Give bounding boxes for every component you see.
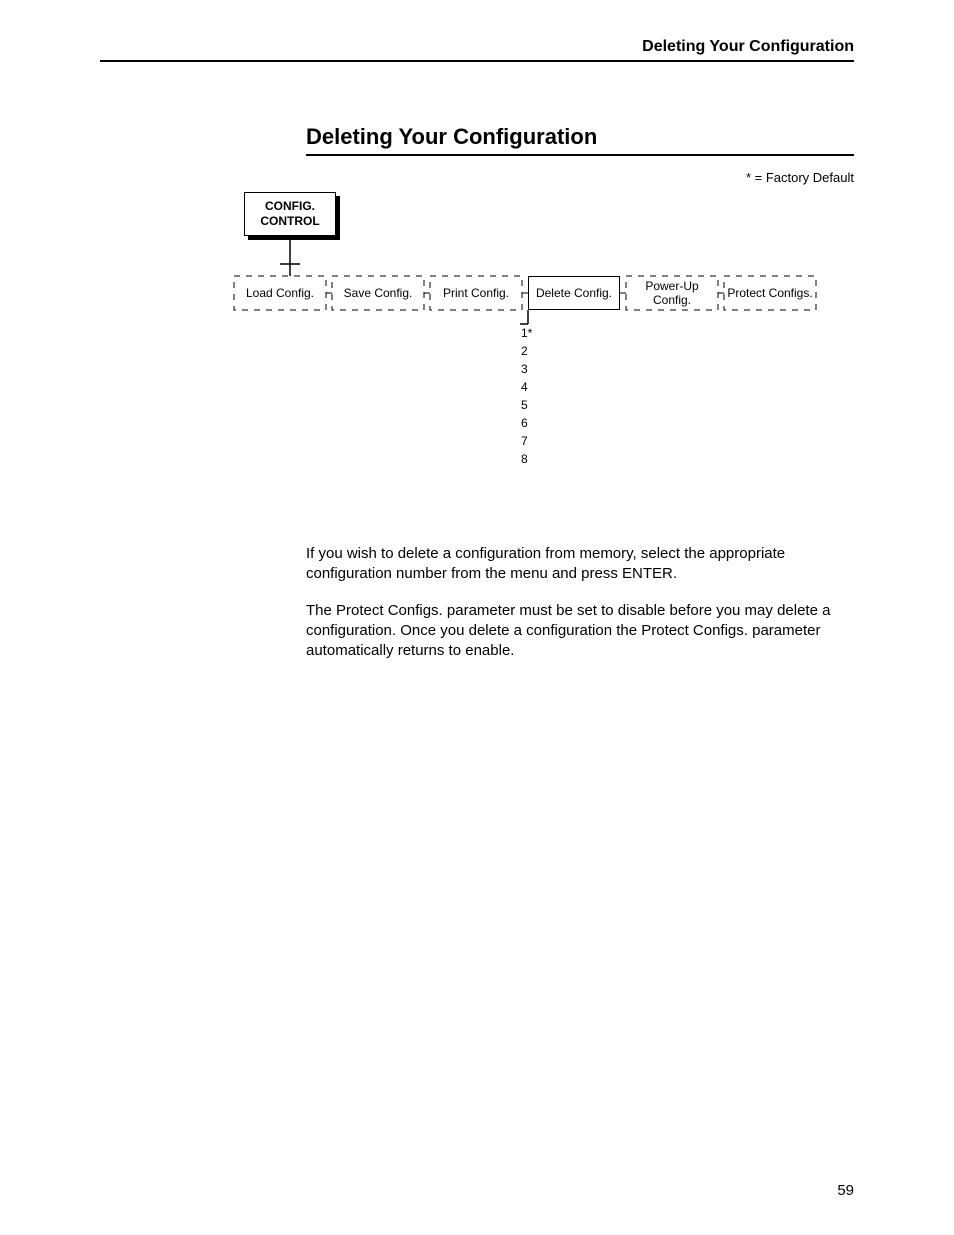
page: Deleting Your Configuration Deleting You… <box>0 0 954 1235</box>
menu-delete-config: Delete Config. <box>528 276 620 310</box>
menu-print-config-label: Print Config. <box>443 286 509 300</box>
body-text: If you wish to delete a configuration fr… <box>306 544 854 677</box>
menu-load-config-label: Load Config. <box>246 286 314 300</box>
menu-protect-configs: Protect Configs. <box>724 276 816 310</box>
paragraph-2: The Protect Configs. parameter must be s… <box>306 601 854 662</box>
option-5: 5 <box>521 396 532 414</box>
paragraph-1: If you wish to delete a configuration fr… <box>306 544 854 585</box>
delete-options-list: 1* 2 3 4 5 6 7 8 <box>521 324 532 468</box>
menu-save-config: Save Config. <box>332 276 424 310</box>
menu-load-config: Load Config. <box>234 276 326 310</box>
option-7: 7 <box>521 432 532 450</box>
option-3: 3 <box>521 360 532 378</box>
menu-protect-configs-label: Protect Configs. <box>727 286 812 300</box>
option-2: 2 <box>521 342 532 360</box>
option-6: 6 <box>521 414 532 432</box>
menu-powerup-config: Power-Up Config. <box>626 276 718 310</box>
option-4: 4 <box>521 378 532 396</box>
menu-powerup-config-label: Power-Up Config. <box>626 279 718 308</box>
option-8: 8 <box>521 450 532 468</box>
menu-delete-config-label: Delete Config. <box>536 286 612 300</box>
option-1: 1* <box>521 324 532 342</box>
menu-save-config-label: Save Config. <box>344 286 413 300</box>
page-number: 59 <box>837 1182 854 1199</box>
menu-print-config: Print Config. <box>430 276 522 310</box>
diagram-connectors <box>0 0 954 500</box>
